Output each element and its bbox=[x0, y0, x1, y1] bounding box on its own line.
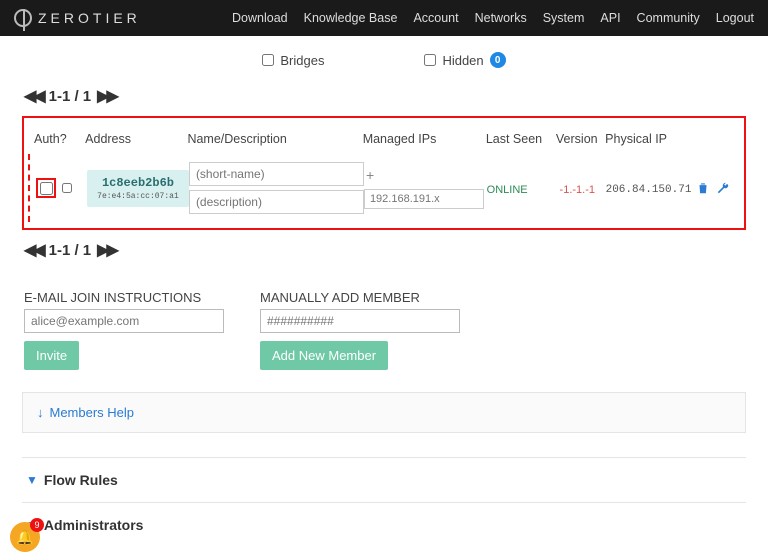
pager-top: ◀◀ 1-1 / 1 ▶▶ bbox=[22, 82, 746, 110]
ip-input[interactable] bbox=[364, 189, 484, 209]
notif-count: 9 bbox=[30, 518, 44, 532]
nav-download[interactable]: Download bbox=[232, 11, 288, 25]
hidden-checkbox[interactable] bbox=[424, 54, 436, 66]
brand-text: ZEROTIER bbox=[38, 10, 141, 26]
nav-links: Download Knowledge Base Account Networks… bbox=[232, 11, 754, 25]
col-version: Version bbox=[548, 132, 605, 146]
filter-hidden[interactable]: Hidden 0 bbox=[424, 52, 505, 68]
col-lastseen: Last Seen bbox=[486, 132, 549, 146]
nav-account[interactable]: Account bbox=[413, 11, 458, 25]
bell-icon: 🔔 bbox=[16, 529, 33, 546]
pager-first-icon[interactable]: ◀◀ bbox=[24, 86, 43, 106]
caret-down-icon: ▼ bbox=[26, 473, 38, 487]
member-actions: E-MAIL JOIN INSTRUCTIONS Invite MANUALLY… bbox=[22, 264, 746, 378]
wrench-icon[interactable] bbox=[716, 181, 730, 195]
add-member-button[interactable]: Add New Member bbox=[260, 341, 388, 370]
top-nav: ZEROTIER Download Knowledge Base Account… bbox=[0, 0, 768, 36]
manual-label: MANUALLY ADD MEMBER bbox=[260, 290, 460, 305]
nav-kb[interactable]: Knowledge Base bbox=[304, 11, 398, 25]
notification-bell[interactable]: 🔔 9 bbox=[10, 522, 40, 552]
manual-id-input[interactable] bbox=[260, 309, 460, 333]
logo: ZEROTIER bbox=[14, 9, 141, 27]
email-label: E-MAIL JOIN INSTRUCTIONS bbox=[24, 290, 224, 305]
pager-last-icon[interactable]: ▶▶ bbox=[97, 86, 116, 106]
member-fingerprint: 7e:e4:5a:cc:07:a1 bbox=[93, 192, 183, 201]
pager-first-icon[interactable]: ◀◀ bbox=[24, 240, 43, 260]
bridges-label: Bridges bbox=[280, 53, 324, 68]
col-ips: Managed IPs bbox=[363, 132, 486, 146]
table-header: Auth? Address Name/Description Managed I… bbox=[28, 124, 740, 154]
section-flow-rules[interactable]: ▼ Flow Rules bbox=[22, 457, 746, 502]
nav-community[interactable]: Community bbox=[637, 11, 700, 25]
trash-icon[interactable] bbox=[696, 181, 710, 195]
members-table: Auth? Address Name/Description Managed I… bbox=[22, 116, 746, 230]
pager-status: 1-1 / 1 bbox=[49, 242, 92, 259]
invite-button[interactable]: Invite bbox=[24, 341, 79, 370]
flow-rules-title: Flow Rules bbox=[44, 472, 118, 488]
members-help-link[interactable]: ↓ Members Help bbox=[37, 405, 731, 420]
auth-checkbox[interactable] bbox=[40, 182, 53, 195]
version-text: -1.-1.-1 bbox=[560, 184, 595, 196]
nav-networks[interactable]: Networks bbox=[475, 11, 527, 25]
bridges-checkbox[interactable] bbox=[262, 54, 274, 66]
pager-status: 1-1 / 1 bbox=[49, 88, 92, 105]
physical-ip: 206.84.150.71 bbox=[606, 184, 692, 196]
short-name-input[interactable] bbox=[189, 162, 364, 186]
manual-add-form: MANUALLY ADD MEMBER Add New Member bbox=[260, 290, 460, 370]
members-help-box: ↓ Members Help bbox=[22, 392, 746, 433]
auth-highlight bbox=[36, 178, 56, 198]
download-arrow-icon: ↓ bbox=[37, 405, 44, 420]
administrators-title: Administrators bbox=[44, 517, 144, 533]
section-administrators[interactable]: ▼ Administrators bbox=[22, 502, 746, 547]
hidden-count-badge: 0 bbox=[490, 52, 506, 68]
pager-bottom: ◀◀ 1-1 / 1 ▶▶ bbox=[22, 236, 746, 264]
col-auth: Auth? bbox=[34, 132, 85, 146]
col-address: Address bbox=[85, 132, 187, 146]
nav-logout[interactable]: Logout bbox=[716, 11, 754, 25]
col-name: Name/Description bbox=[187, 132, 362, 146]
description-input[interactable] bbox=[189, 190, 364, 214]
member-filters: Bridges Hidden 0 bbox=[22, 44, 746, 82]
pager-last-icon[interactable]: ▶▶ bbox=[97, 240, 116, 260]
members-help-text: Members Help bbox=[50, 405, 135, 420]
nav-api[interactable]: API bbox=[600, 11, 620, 25]
filter-bridges[interactable]: Bridges bbox=[262, 53, 324, 68]
nav-system[interactable]: System bbox=[543, 11, 585, 25]
member-address: 1c8eeb2b6b bbox=[93, 176, 183, 190]
zerotier-logo-icon bbox=[14, 9, 32, 27]
invite-form: E-MAIL JOIN INSTRUCTIONS Invite bbox=[24, 290, 224, 370]
email-input[interactable] bbox=[24, 309, 224, 333]
add-ip-icon[interactable]: + bbox=[364, 167, 374, 183]
hidden-label: Hidden bbox=[442, 53, 483, 68]
last-seen: ONLINE bbox=[487, 184, 528, 196]
member-address-box[interactable]: 1c8eeb2b6b 7e:e4:5a:cc:07:a1 bbox=[87, 170, 189, 207]
member-row: 1c8eeb2b6b 7e:e4:5a:cc:07:a1 + ONLINE -1… bbox=[28, 154, 740, 222]
col-physip: Physical IP bbox=[605, 132, 696, 146]
expand-checkbox[interactable] bbox=[62, 183, 72, 193]
